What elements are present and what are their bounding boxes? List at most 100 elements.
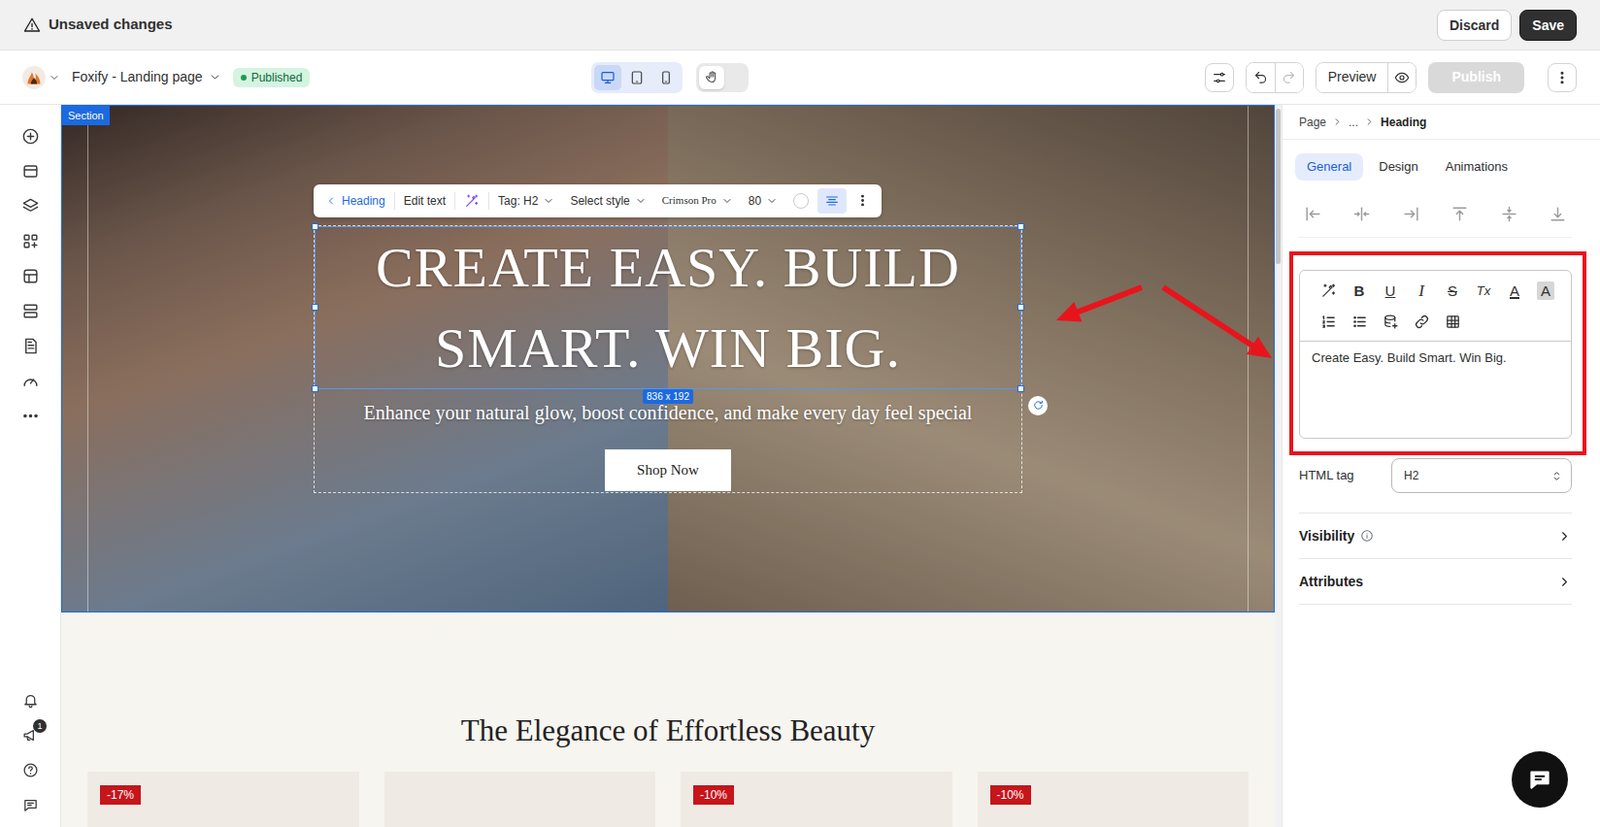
hero-heading[interactable]: CREATE EASY. BUILD SMART. WIN BIG. xyxy=(315,227,1021,389)
align-button[interactable] xyxy=(1495,200,1523,228)
add-icon xyxy=(21,127,40,146)
refresh-button[interactable] xyxy=(1028,396,1048,416)
sidebar-item[interactable] xyxy=(12,363,48,399)
more-button[interactable] xyxy=(848,188,877,214)
editor-text[interactable]: Create Easy. Build Smart. Win Big. xyxy=(1300,341,1571,438)
strike-button[interactable]: S xyxy=(1438,276,1467,304)
sidebar-item[interactable] xyxy=(12,682,48,718)
align-button[interactable] xyxy=(1397,200,1425,228)
sidebar-item[interactable] xyxy=(12,398,48,434)
site-switcher[interactable] xyxy=(21,65,61,91)
link-button[interactable] xyxy=(1407,307,1435,335)
table-icon xyxy=(1444,313,1462,331)
ordered-list-button[interactable] xyxy=(1314,307,1342,335)
ai-icon xyxy=(1320,282,1337,300)
align-button[interactable] xyxy=(817,188,847,214)
dynamic-data-button[interactable] xyxy=(1376,307,1404,335)
sidebar-item[interactable]: 1 xyxy=(12,717,48,753)
sidebar-item[interactable] xyxy=(12,153,48,189)
sidebar-item[interactable] xyxy=(12,752,48,788)
product-card[interactable] xyxy=(384,771,657,827)
sidebar-item[interactable] xyxy=(12,258,48,294)
panel-tab[interactable]: Animations xyxy=(1433,153,1520,181)
table-button[interactable] xyxy=(1438,307,1467,335)
color-button[interactable] xyxy=(786,188,816,214)
save-button[interactable]: Save xyxy=(1519,9,1577,41)
chevron-down-icon xyxy=(721,195,734,207)
breadcrumb-item[interactable]: Page xyxy=(1299,113,1327,132)
canvas-scrollbar[interactable] xyxy=(1274,104,1282,827)
device-button[interactable] xyxy=(623,65,651,91)
preview-button[interactable]: Preview xyxy=(1316,63,1389,93)
html-tag-label: HTML tag xyxy=(1299,466,1355,486)
html-tag-select[interactable]: H2 xyxy=(1391,458,1572,494)
page-selector[interactable]: Foxify - Landing page xyxy=(69,66,224,88)
left-sidebar: 1 xyxy=(0,104,62,827)
font-select[interactable]: Crimson Pro xyxy=(655,188,740,214)
align-button[interactable] xyxy=(1446,200,1474,228)
hand-tool-toggle[interactable] xyxy=(696,63,749,93)
element-icon xyxy=(21,266,40,286)
product-card[interactable]: -10% xyxy=(977,771,1250,827)
italic-button[interactable]: I xyxy=(1407,276,1435,304)
ai-button[interactable] xyxy=(1314,276,1342,304)
highlight-button[interactable]: A xyxy=(1532,276,1560,304)
resize-handle[interactable] xyxy=(311,223,319,231)
live-view-button[interactable] xyxy=(1387,63,1416,93)
resize-handle[interactable] xyxy=(1017,385,1025,393)
device-button[interactable] xyxy=(652,65,680,91)
chat-button[interactable] xyxy=(1511,751,1568,808)
align-right-icon xyxy=(1401,204,1421,224)
sidebar-item[interactable] xyxy=(12,223,48,259)
publish-button[interactable]: Publish xyxy=(1428,62,1525,94)
align-bottom-icon xyxy=(1548,204,1567,224)
bullet-list-button[interactable] xyxy=(1345,307,1373,335)
style-select[interactable]: Select style xyxy=(563,188,653,214)
align-button[interactable] xyxy=(1544,200,1572,228)
more-button[interactable] xyxy=(1547,63,1577,93)
products-title[interactable]: The Elegance of Effortless Beauty xyxy=(87,713,1249,749)
align-button[interactable] xyxy=(1299,200,1327,228)
sidebar-item[interactable] xyxy=(12,188,48,224)
settings-button[interactable] xyxy=(1204,63,1234,93)
product-card[interactable]: -17% xyxy=(87,771,360,827)
color-button[interactable]: A xyxy=(1500,276,1529,304)
resize-handle[interactable] xyxy=(1017,303,1025,311)
hero-section[interactable]: SectionHeadingEdit textTag: H2Select sty… xyxy=(61,104,1275,613)
clear-button[interactable]: Tx xyxy=(1469,276,1498,304)
panel-tab[interactable]: Design xyxy=(1366,153,1430,181)
eye-icon xyxy=(1394,69,1410,86)
panel-tab[interactable]: General xyxy=(1295,153,1364,181)
sidebar-item[interactable] xyxy=(12,118,48,154)
align-button[interactable] xyxy=(1348,200,1376,228)
font-label: Crimson Pro xyxy=(662,192,717,209)
products-section: The Elegance of Effortless Beauty -17% -10… xyxy=(61,612,1275,827)
device-button[interactable] xyxy=(594,65,622,91)
shop-now-button[interactable]: Shop Now xyxy=(604,449,732,492)
edit-text-button[interactable]: Edit text xyxy=(397,188,453,214)
heading-box[interactable]: CREATE EASY. BUILD SMART. WIN BIG.836 x … xyxy=(314,226,1022,390)
sidebar-item[interactable] xyxy=(12,787,48,823)
back-button[interactable]: Heading xyxy=(318,188,393,214)
product-card[interactable]: -10% xyxy=(680,771,953,827)
underline-button[interactable]: U xyxy=(1376,276,1404,304)
undo-button[interactable] xyxy=(1246,63,1275,93)
panel-section[interactable]: Attributes xyxy=(1299,559,1572,605)
resize-handle[interactable] xyxy=(311,303,319,311)
size-select[interactable]: 80 xyxy=(741,188,785,214)
ai-button[interactable] xyxy=(457,188,487,214)
page-name: Foxify - Landing page xyxy=(71,66,203,88)
resize-handle[interactable] xyxy=(1017,223,1025,231)
tag-select[interactable]: Tag: H2 xyxy=(491,188,562,214)
sidebar-item[interactable] xyxy=(12,293,48,329)
resize-handle[interactable] xyxy=(311,385,319,393)
redo-button[interactable] xyxy=(1274,63,1303,93)
canvas: SectionHeadingEdit textTag: H2Select sty… xyxy=(61,104,1282,827)
sidebar-item[interactable] xyxy=(12,328,48,364)
status-text: Published xyxy=(251,69,303,86)
breadcrumb-item[interactable]: ... xyxy=(1348,113,1359,132)
bold-button[interactable]: B xyxy=(1345,276,1373,304)
discard-button[interactable]: Discard xyxy=(1436,9,1512,41)
history-group xyxy=(1245,62,1304,94)
panel-section[interactable]: Visibility xyxy=(1299,513,1572,560)
